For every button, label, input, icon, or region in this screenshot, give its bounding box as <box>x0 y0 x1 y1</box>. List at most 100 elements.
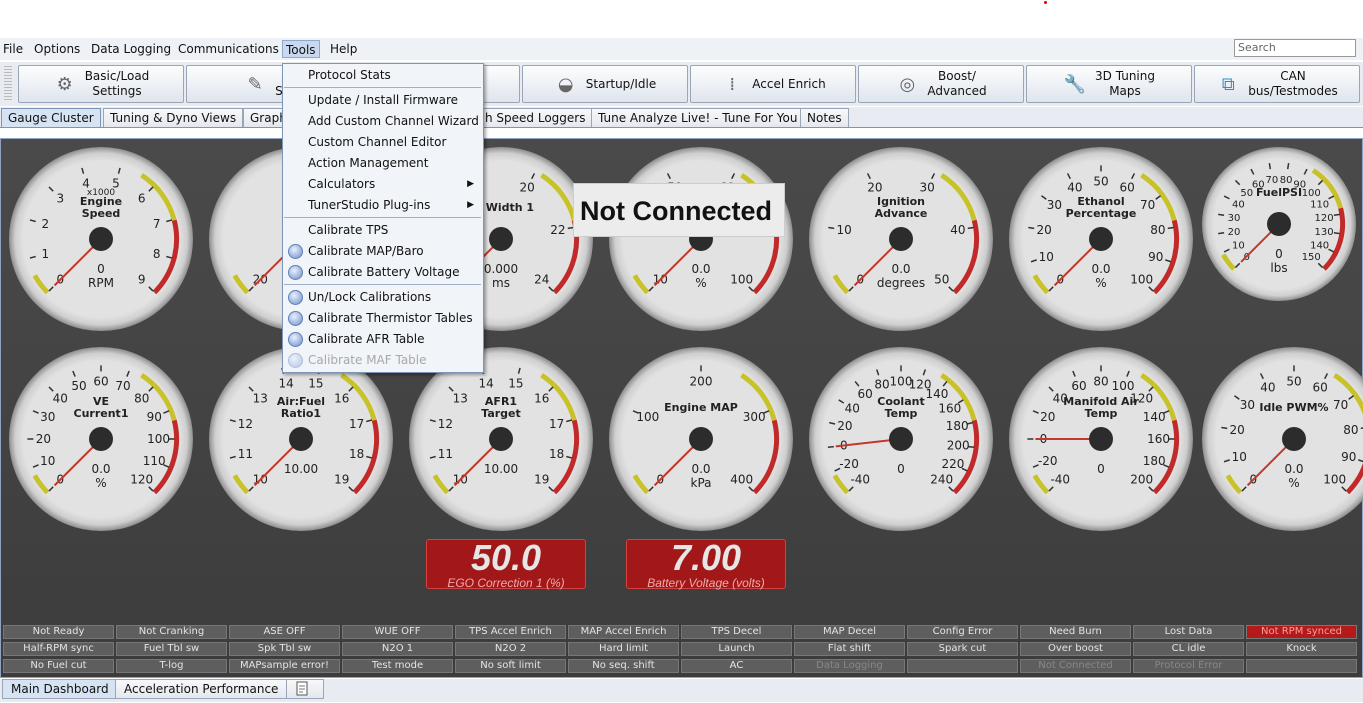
status-indicator: Not Connected <box>1020 659 1131 673</box>
gauge-value: 0 <box>1097 462 1105 476</box>
gauge-tick <box>1221 426 1228 430</box>
gauge-zone-arc <box>1032 274 1050 295</box>
gauge-zone-arc <box>540 173 577 221</box>
menu-item-calibrate-battery-voltage[interactable]: Calibrate Battery Voltage <box>283 262 482 283</box>
calibrate-icon <box>288 244 303 259</box>
toolbar-button-0[interactable]: ⚙ Basic/Load Settings <box>18 65 184 103</box>
gauge-tick-label: 130 <box>1314 227 1333 238</box>
gauge-tick-label: 80 <box>874 378 889 392</box>
menu-item-protocol-stats[interactable]: Protocol Stats <box>283 65 482 86</box>
gauge-tick-label: 300 <box>743 410 766 424</box>
menu-tools[interactable]: Tools <box>282 40 320 58</box>
calibrate-icon <box>288 353 303 368</box>
status-indicator: No soft limit <box>455 659 566 673</box>
tab-acceleration-performance[interactable]: Acceleration Performance <box>115 679 288 699</box>
gauge-tick-label: 15 <box>508 376 523 390</box>
gauge-tick <box>448 486 454 492</box>
menu-item-update-install-firmware[interactable]: Update / Install Firmware <box>283 90 482 111</box>
gauge-tick-label: 60 <box>857 387 872 401</box>
gauge-tick-label: 120 <box>130 473 153 487</box>
gauge-tick <box>366 455 373 459</box>
menu-item-action-management[interactable]: Action Management <box>283 153 482 174</box>
gauge-tick-label: 30 <box>920 181 935 195</box>
gauge-unit: degrees <box>877 276 925 290</box>
menu-item-calculators[interactable]: Calculators ▶ <box>283 174 482 195</box>
menu-item-add-custom-channel-wizard[interactable]: Add Custom Channel Wizard <box>283 111 482 132</box>
toolbar-button-5[interactable]: ◎ Boost/ Advanced <box>858 65 1024 103</box>
menu-item-un-lock-calibrations[interactable]: Un/Lock Calibrations <box>283 287 482 308</box>
gauge-tick <box>429 455 436 459</box>
gauge-tick-label: 160 <box>1147 432 1170 446</box>
startup-icon: ◒ <box>557 73 574 95</box>
gauge-tick <box>1223 459 1230 463</box>
gauge-value: 0.0 <box>1284 462 1303 476</box>
digital-ego-correction: 50.0 EGO Correction 1 (%) <box>426 539 586 590</box>
gauge-tick-label: 18 <box>549 447 564 461</box>
toolbar-button-4[interactable]: ⁞ Accel Enrich <box>690 65 856 103</box>
tab-notes[interactable]: Notes <box>800 108 849 127</box>
gauge-title: FuelPSI <box>1256 186 1302 199</box>
menu-communications[interactable]: Communications <box>175 40 282 58</box>
gauge-air-fuel-ratio1: 10111213141516171819Air:FuelRatio110.00 <box>209 347 393 531</box>
gauge-zone-arc <box>832 274 850 295</box>
gauge-tick-label: 90 <box>1148 250 1163 264</box>
menu-file[interactable]: File <box>0 40 26 58</box>
gauge-tick-label: 19 <box>534 473 549 487</box>
status-indicator <box>1246 659 1357 673</box>
status-indicator: Not Cranking <box>116 625 227 639</box>
gauge-title: Advance <box>875 207 928 220</box>
gauge-tick <box>1131 173 1136 180</box>
gauge-tick-label: 12 <box>438 417 453 431</box>
menu-item-calibrate-afr-table[interactable]: Calibrate AFR Table <box>283 329 482 350</box>
status-indicator: MAP Accel Enrich <box>568 625 679 639</box>
tab-gauge-cluster[interactable]: Gauge Cluster <box>1 108 101 127</box>
toolbar-button-6[interactable]: 🔧 3D Tuning Maps <box>1026 65 1192 103</box>
status-indicator: No seq. shift <box>568 659 679 673</box>
gauge-tick-label: 80 <box>1343 423 1358 437</box>
menu-help[interactable]: Help <box>327 40 360 58</box>
gauge-tick-label: 20 <box>867 181 882 195</box>
toolbar-button-7[interactable]: ⧉ CAN bus/Testmodes <box>1194 65 1360 103</box>
status-indicator: Test mode <box>342 659 453 673</box>
menu-item-calibrate-maf-table: Calibrate MAF Table <box>283 350 482 371</box>
tab-main-dashboard[interactable]: Main Dashboard <box>2 679 118 699</box>
gauge-tick <box>1041 195 1047 200</box>
toolbar-button-3[interactable]: ◒ Startup/Idle <box>522 65 688 103</box>
injector-icon: ✎ <box>247 73 263 95</box>
calibrate-icon <box>288 265 303 280</box>
gauge-tick <box>1234 179 1241 186</box>
menu-item-label: TunerStudio Plug-ins <box>308 198 431 212</box>
menu-item-label: Calibrate TPS <box>308 223 389 237</box>
menu-data-logging[interactable]: Data Logging <box>88 40 174 58</box>
tab-speed-loggers[interactable]: h Speed Loggers <box>478 108 593 127</box>
gauge-tick <box>81 167 85 174</box>
menu-item-tunerstudio-plug-ins[interactable]: TunerStudio Plug-ins ▶ <box>283 195 482 216</box>
gauge-value: 0.000 <box>484 262 518 276</box>
gauge-tick <box>1030 259 1037 263</box>
gauge-hub <box>1267 212 1291 236</box>
gauge-tick <box>548 286 554 292</box>
gauge-value: 0.0 <box>891 262 910 276</box>
menu-item-calibrate-tps[interactable]: Calibrate TPS <box>283 220 482 241</box>
search-input[interactable]: Search <box>1234 39 1356 57</box>
toolbar-grip[interactable] <box>4 66 12 102</box>
gear-icon: ⚙ <box>56 73 73 95</box>
toolbar-button-label: Boost/ Advanced <box>927 69 987 98</box>
menu-item-label: Un/Lock Calibrations <box>308 290 432 304</box>
gauge-tick-label: 60 <box>1313 381 1328 395</box>
menu-item-custom-channel-editor[interactable]: Custom Channel Editor <box>283 132 482 153</box>
new-tab-icon[interactable] <box>286 679 324 699</box>
gauge-value: 0 <box>97 262 105 276</box>
gauge-tick-label: -20 <box>1038 454 1058 468</box>
menu-options[interactable]: Options <box>31 40 83 58</box>
tab-tune-analyze[interactable]: Tune Analyze Live! - Tune For You <box>591 108 805 127</box>
menu-item-calibrate-thermistor-tables[interactable]: Calibrate Thermistor Tables <box>283 308 482 329</box>
tab-tuning-dyno[interactable]: Tuning & Dyno Views <box>103 108 244 127</box>
gauge-value: 10.00 <box>484 462 518 476</box>
gauge-zone-arc <box>1221 253 1236 271</box>
menu-item-calibrate-map-baro[interactable]: Calibrate MAP/Baro <box>283 241 482 262</box>
not-connected-overlay: Not Connected <box>573 183 785 237</box>
gauge-tick-label: 100 <box>1130 273 1153 287</box>
calibrate-icon <box>288 290 303 305</box>
accel-icon: ⁞ <box>729 73 736 95</box>
